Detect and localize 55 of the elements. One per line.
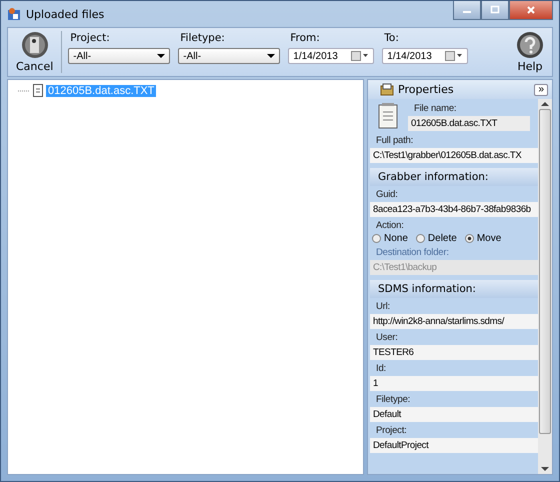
- filter-label: Project:: [69, 32, 111, 44]
- file-name-field[interactable]: 012605B.dat.asc.TXT: [408, 116, 530, 131]
- field-label: Guid:: [375, 189, 399, 200]
- text-field[interactable]: 8acea123-a7b3-43b4-86b7-38fab9836b: [370, 202, 538, 217]
- maximize-button[interactable]: [481, 1, 509, 20]
- text-field[interactable]: C:\Test1\grabber\012605B.dat.asc.TX: [370, 148, 538, 163]
- scroll-up-icon[interactable]: [541, 102, 549, 106]
- section-header[interactable]: Grabber information:: [370, 168, 538, 186]
- expand-button[interactable]: »: [534, 84, 548, 96]
- text-field[interactable]: DefaultProject: [370, 438, 538, 453]
- radio-option[interactable]: Move: [464, 233, 502, 244]
- app-icon: [7, 7, 21, 21]
- text-field[interactable]: Default: [370, 407, 538, 422]
- date-picker[interactable]: 1/14/2013: [382, 48, 468, 64]
- field-label: Action:: [375, 220, 405, 231]
- field-label: Project:: [375, 425, 408, 436]
- maximize-icon: [490, 5, 500, 15]
- properties-icon: [380, 83, 394, 96]
- field-label: Url:: [375, 301, 391, 312]
- field-label: Destination folder:: [375, 247, 450, 258]
- dropdown[interactable]: -All-: [178, 48, 280, 64]
- radio-option[interactable]: Delete: [416, 233, 457, 244]
- scroll-down-icon[interactable]: [541, 467, 549, 471]
- close-button[interactable]: [509, 1, 553, 20]
- window-title: Uploaded files: [26, 8, 104, 20]
- calendar-dropdown-icon: [445, 51, 464, 61]
- close-icon: [526, 5, 536, 15]
- field-label: Full path:: [375, 135, 414, 146]
- cancel-button[interactable]: Cancel: [8, 28, 62, 76]
- field-label: File name:: [413, 103, 458, 114]
- date-picker[interactable]: 1/14/2013: [288, 48, 374, 64]
- field-label: Id:: [375, 363, 387, 374]
- filter-label: To:: [383, 32, 400, 44]
- minimize-button[interactable]: [453, 1, 481, 20]
- section-header[interactable]: SDMS information:: [370, 280, 538, 298]
- text-field[interactable]: http://win2k8-anna/starlims.sdms/: [370, 314, 538, 329]
- text-field[interactable]: 1: [370, 376, 538, 391]
- document-icon: [33, 84, 43, 97]
- document-icon: [378, 103, 398, 129]
- help-icon: [516, 31, 544, 59]
- dropdown[interactable]: -All-: [68, 48, 170, 64]
- text-field[interactable]: TESTER6: [370, 345, 538, 360]
- dropdown-arrow-icon: [157, 54, 166, 58]
- dropdown-arrow-icon: [267, 54, 276, 58]
- filter-label: Filetype:: [179, 32, 226, 44]
- field-label: Filetype:: [375, 394, 412, 405]
- tree-connector-icon: [18, 90, 30, 92]
- exit-door-icon: [20, 31, 49, 59]
- field-label: User:: [375, 332, 399, 343]
- help-button[interactable]: Help: [508, 28, 552, 76]
- scrollbar[interactable]: [538, 99, 552, 474]
- calendar-dropdown-icon: [351, 51, 370, 61]
- filter-label: From:: [289, 32, 321, 44]
- radio-option[interactable]: None: [372, 233, 408, 244]
- panel-title: Properties: [398, 83, 454, 96]
